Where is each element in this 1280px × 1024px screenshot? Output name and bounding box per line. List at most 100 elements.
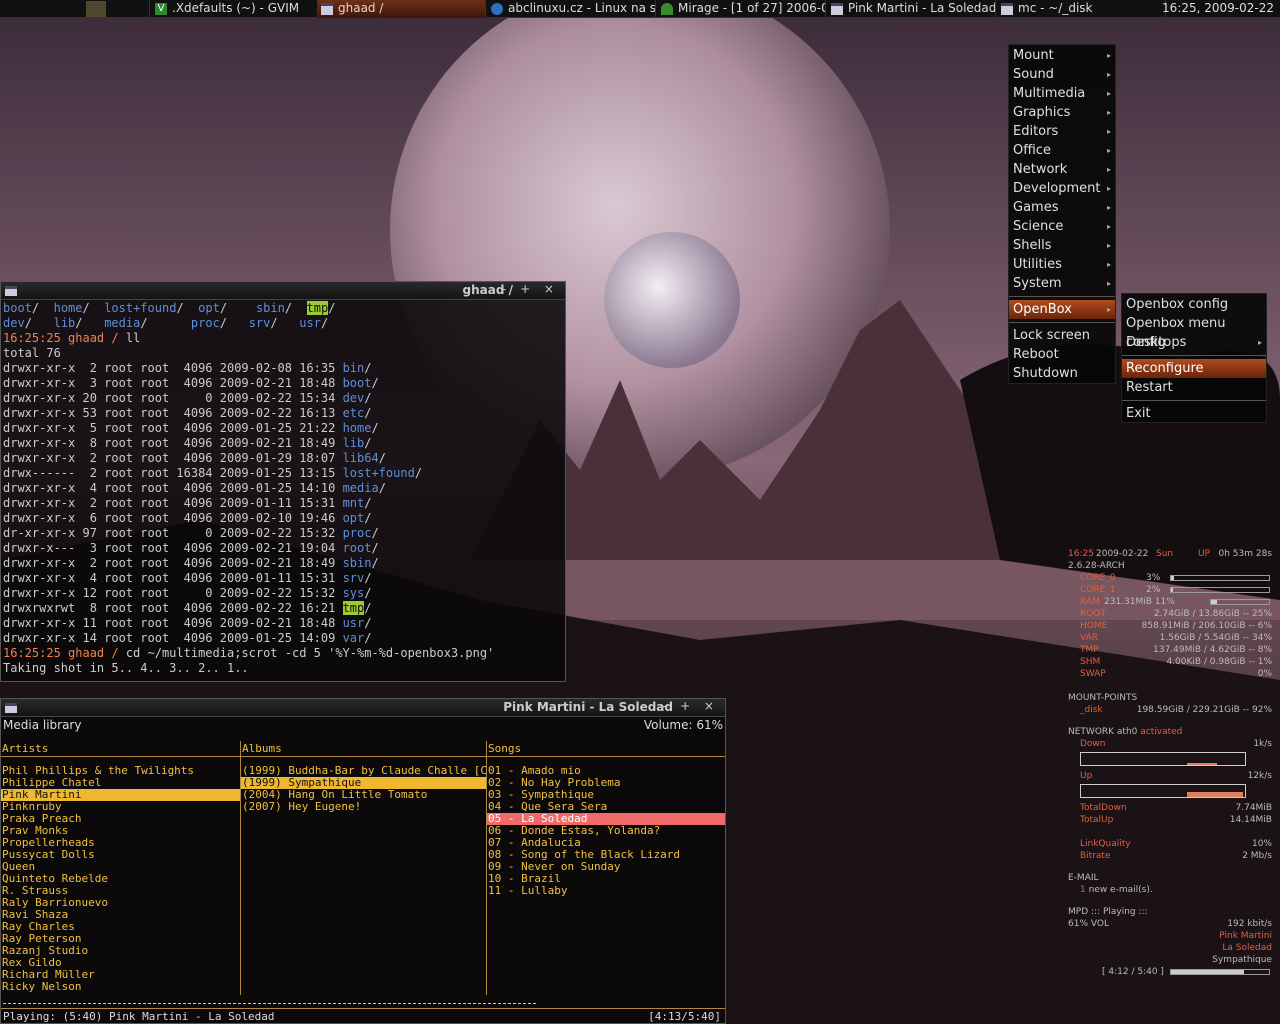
artist-item[interactable]: R. Strauss	[1, 885, 240, 897]
song-item[interactable]: 11 - Lullaby	[487, 885, 725, 897]
ls-row: drwxr-xr-x 2 root root 4096 2009-02-08 1…	[3, 361, 372, 375]
menu-item-lock-screen[interactable]: Lock screen	[1009, 326, 1115, 345]
menu-item-restart[interactable]: Restart	[1122, 378, 1266, 397]
conky-row-swap: SWAP 0%	[1068, 668, 1272, 680]
artist-item[interactable]: Ravi Shaza	[1, 909, 240, 921]
command: cd ~/multimedia;scrot -cd 5 '%Y-%m-%d-op…	[118, 646, 495, 660]
conky-kernel: 2.6.28-ARCH	[1068, 561, 1125, 571]
song-item[interactable]: 09 - Never on Sunday	[487, 861, 725, 873]
submenu-arrow-icon: ▸	[1106, 184, 1111, 193]
ls-meta: drwx------ 2 root root 16384 2009-01-25 …	[3, 466, 343, 480]
window-controls[interactable]: - + ×	[662, 699, 719, 713]
menu-item-office[interactable]: Office ▸	[1009, 141, 1115, 160]
artist-item[interactable]: Quinteto Rebelde	[1, 873, 240, 885]
album-item[interactable]: (2004) Hang On Little Tomato	[241, 789, 486, 801]
task-browser[interactable]: abclinuxu.cz - Linux na st	[488, 0, 656, 18]
desktop-pager[interactable]	[66, 0, 150, 18]
task-label: mc - ~/_disk	[1018, 1, 1093, 15]
artist-item[interactable]: Razanj Studio	[1, 945, 240, 957]
song-item[interactable]: 02 - No Hay Problema	[487, 777, 725, 789]
ls-row: drwxr-x--- 3 root root 4096 2009-02-21 1…	[3, 541, 379, 555]
menu-item-reboot[interactable]: Reboot	[1009, 345, 1115, 364]
task-mc[interactable]: mc - ~/_disk	[998, 0, 1166, 18]
dir-entry: dev	[3, 316, 25, 330]
menu-item-reconfigure[interactable]: Reconfigure	[1122, 359, 1266, 378]
album-item[interactable]: (1999) Buddha-Bar by Claude Challe [CD1:	[241, 765, 486, 777]
artist-item[interactable]: Phil Phillips & the Twilights	[1, 765, 240, 777]
menu-item-science[interactable]: Science ▸	[1009, 217, 1115, 236]
song-item[interactable]: 07 - Andalucia	[487, 837, 725, 849]
artist-item[interactable]: Praka Preach	[1, 813, 240, 825]
menu-item-system[interactable]: System ▸	[1009, 274, 1115, 293]
artist-item[interactable]: Prav Monks	[1, 825, 240, 837]
menu-item-sound[interactable]: Sound ▸	[1009, 65, 1115, 84]
artist-item[interactable]: Propellerheads	[1, 837, 240, 849]
menu-item-multimedia[interactable]: Multimedia ▸	[1009, 84, 1115, 103]
artist-item[interactable]: Pussycat Dolls	[1, 849, 240, 861]
menu-item-network[interactable]: Network ▸	[1009, 160, 1115, 179]
upload-graph	[1080, 784, 1246, 798]
menu-item-development[interactable]: Development ▸	[1009, 179, 1115, 198]
terminal-window[interactable]: ghaad / - + × boot/ home/ lost+found/ op…	[0, 281, 566, 682]
song-item[interactable]: 03 - Sympathique	[487, 789, 725, 801]
mount-value: 198.59GiB / 229.21GiB -- 92%	[1136, 705, 1272, 715]
task-mirage[interactable]: Mirage - [1 of 27] 2006-0	[658, 0, 826, 18]
ls-name: boot	[342, 376, 372, 390]
menu-item-exit[interactable]: Exit	[1122, 404, 1266, 423]
terminal-titlebar[interactable]: ghaad / - + ×	[1, 282, 565, 300]
task-player[interactable]: Pink Martini - La Soledad	[828, 0, 996, 18]
window-menu-icon[interactable]	[5, 286, 17, 296]
menu-item-shells[interactable]: Shells ▸	[1009, 236, 1115, 255]
menu-item-editors[interactable]: Editors ▸	[1009, 122, 1115, 141]
menu-item-desktops[interactable]: Desktops ▸	[1122, 333, 1266, 352]
menu-item-utilities[interactable]: Utilities ▸	[1009, 255, 1115, 274]
menu-item-graphics[interactable]: Graphics ▸	[1009, 103, 1115, 122]
album-item[interactable]: (2007) Hey Eugene!	[241, 801, 486, 813]
menu-item-label: Office	[1013, 143, 1051, 158]
albums-column[interactable]: Albums (1999) Buddha-Bar by Claude Chall…	[241, 741, 487, 995]
artist-item[interactable]: Richard Müller	[1, 969, 240, 981]
song-item[interactable]: 06 - Donde Estas, Yolanda?	[487, 825, 725, 837]
song-item[interactable]: 08 - Song of the Black Lizard	[487, 849, 725, 861]
artist-item[interactable]: Queen	[1, 861, 240, 873]
player-titlebar[interactable]: Pink Martini - La Soledad - + ×	[1, 699, 725, 717]
artist-item[interactable]: Raly Barrionuevo	[1, 897, 240, 909]
song-item[interactable]: 10 - Brazil	[487, 873, 725, 885]
album-item[interactable]: (1999) Sympathique	[241, 777, 486, 789]
ls-name: etc	[342, 406, 365, 420]
mount-points-title: MOUNT-POINTS	[1068, 693, 1138, 703]
now-playing: Playing: (5:40) Pink Martini - La Soleda…	[3, 1010, 275, 1023]
artist-item[interactable]: Pink Martini	[1, 789, 240, 801]
artist-item[interactable]: Ricky Nelson	[1, 981, 240, 993]
menu-item-openbox-config[interactable]: Openbox config	[1122, 295, 1266, 314]
menu-item-mount[interactable]: Mount ▸	[1009, 46, 1115, 65]
artist-item[interactable]: Ray Peterson	[1, 933, 240, 945]
music-player-window[interactable]: Pink Martini - La Soledad - + × Media li…	[0, 698, 726, 1024]
openbox-root-menu[interactable]: Mount ▸ Sound ▸ Multimedia ▸ Graphics ▸ Editors ▸…	[1008, 44, 1116, 384]
menu-item-openbox[interactable]: OpenBox ▸	[1009, 300, 1115, 319]
ls-meta: drwxr-xr-x 20 root root 0 2009-02-22 15:…	[3, 391, 343, 405]
task-terminal[interactable]: ghaad /	[318, 0, 486, 18]
window-menu-icon[interactable]	[5, 703, 17, 713]
pager-desktop-1[interactable]	[86, 1, 106, 17]
song-item[interactable]: 05 - La Soledad	[487, 813, 725, 825]
ls-meta: drwxr-xr-x 2 root root 4096 2009-01-29 1…	[3, 451, 343, 465]
ls-name: root	[342, 541, 372, 555]
song-item[interactable]: 01 - Amado mio	[487, 765, 725, 777]
window-controls[interactable]: - + ×	[502, 282, 559, 296]
menu-item-shutdown[interactable]: Shutdown	[1009, 364, 1115, 383]
artist-item[interactable]: Ray Charles	[1, 921, 240, 933]
ls-meta: drwxr-xr-x 5 root root 4096 2009-01-25 2…	[3, 421, 343, 435]
artist-item[interactable]: Philippe Chatel	[1, 777, 240, 789]
song-item[interactable]: 04 - Que Sera Sera	[487, 801, 725, 813]
menu-item-openbox-menu-config[interactable]: Openbox menu config	[1122, 314, 1266, 350]
menu-item-games[interactable]: Games ▸	[1009, 198, 1115, 217]
terminal-output[interactable]: boot/ home/ lost+found/ opt/ sbin/ tmp/ …	[1, 300, 565, 677]
seek-bar[interactable]	[3, 1001, 723, 1007]
openbox-submenu[interactable]: Openbox config Openbox menu config Deskt…	[1121, 293, 1267, 423]
artists-column[interactable]: Artists Phil Phillips & the Twilights Phi…	[1, 741, 241, 995]
task-gvim[interactable]: V .Xdefaults (~) - GVIM	[152, 0, 318, 18]
songs-column[interactable]: Songs 01 - Amado mio 02 - No Hay Problema…	[487, 741, 725, 995]
artist-item[interactable]: Pinknruby	[1, 801, 240, 813]
artist-item[interactable]: Rex Gildo	[1, 957, 240, 969]
